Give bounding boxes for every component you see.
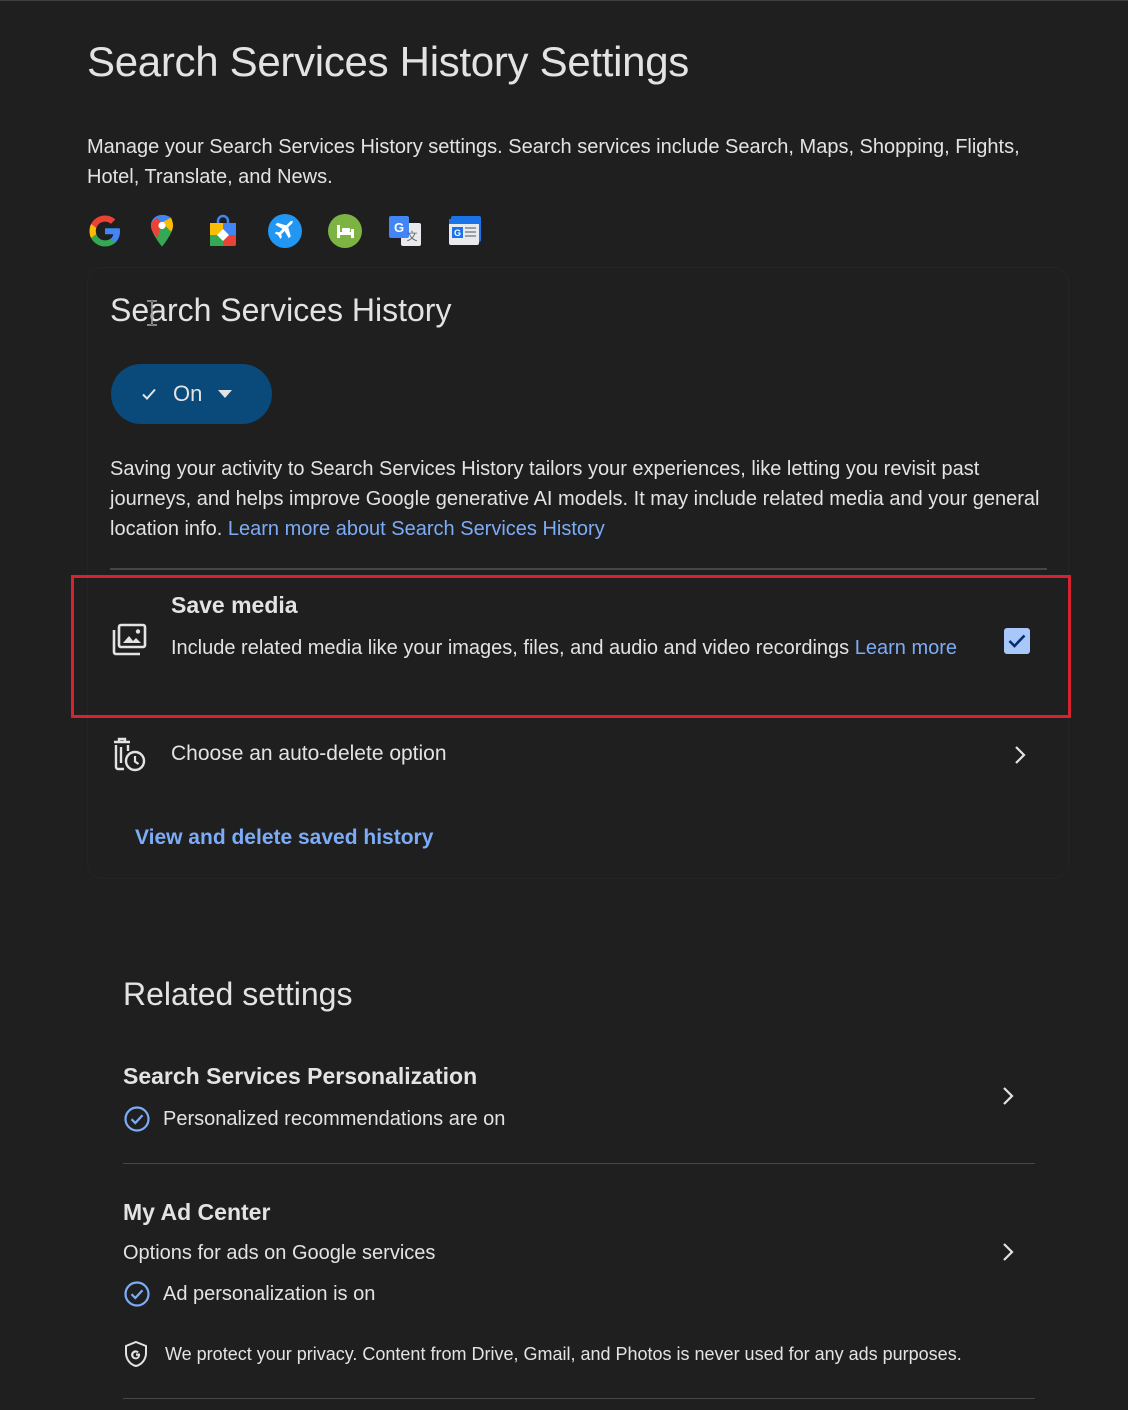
svg-text:G: G (454, 228, 461, 238)
google-shopping-icon (207, 212, 267, 250)
save-media-title: Save media (171, 592, 298, 618)
caret-down-icon (218, 390, 233, 398)
google-news-icon: G (447, 212, 507, 250)
ad-center-status: Ad personalization is on (123, 1280, 375, 1308)
ad-center-subtitle: Options for ads on Google services (123, 1242, 436, 1264)
check-circle-icon (124, 1106, 150, 1132)
top-border (0, 0, 1128, 1)
divider (123, 1163, 1035, 1164)
google-translate-icon: G 文 (387, 212, 447, 250)
page-title: Search Services History Settings (87, 38, 689, 85)
svg-text:文: 文 (407, 229, 418, 243)
history-status-dropdown[interactable]: On (111, 364, 272, 424)
google-hotels-icon (327, 212, 387, 250)
page-description: Manage your Search Services History sett… (87, 136, 1020, 188)
chevron-right-icon[interactable] (1002, 1242, 1014, 1262)
privacy-note-text: We protect your privacy. Content from Dr… (165, 1343, 962, 1364)
service-icons: G 文 G (87, 212, 507, 250)
history-card-title: Search Services History (110, 292, 452, 328)
check-icon (142, 388, 156, 400)
save-media-checkbox[interactable] (1004, 628, 1030, 654)
check-circle-icon (124, 1281, 150, 1307)
personalization-title[interactable]: Search Services Personalization (123, 1063, 477, 1090)
divider (110, 568, 1047, 570)
auto-delete-icon (114, 737, 146, 772)
related-settings-title: Related settings (123, 976, 353, 1012)
ad-center-status-text: Ad personalization is on (163, 1282, 376, 1305)
chevron-right-icon (1015, 746, 1026, 764)
auto-delete-label: Choose an auto-delete option (171, 742, 447, 765)
view-delete-history-link[interactable]: View and delete saved history (135, 826, 433, 850)
history-status-label: On (173, 381, 203, 406)
divider (123, 1398, 1035, 1399)
history-description: Saving your activity to Search Services … (110, 454, 1045, 544)
ad-center-title[interactable]: My Ad Center (123, 1199, 270, 1226)
save-media-description-text: Include related media like your images, … (171, 637, 850, 659)
google-search-icon (87, 212, 147, 250)
svg-text:G: G (394, 220, 404, 235)
google-maps-icon (147, 212, 207, 250)
save-media-description: Include related media like your images, … (171, 633, 971, 663)
personalization-status-text: Personalized recommendations are on (163, 1107, 506, 1130)
photo-library-icon (112, 623, 147, 656)
text-cursor-icon (147, 300, 157, 326)
save-media-learn-more-link[interactable]: Learn more (855, 637, 957, 659)
privacy-note: We protect your privacy. Content from Dr… (123, 1340, 962, 1368)
google-flights-icon (267, 212, 327, 250)
learn-more-history-link[interactable]: Learn more about Search Services History (228, 518, 605, 540)
chevron-right-icon[interactable] (1002, 1086, 1014, 1106)
checkmark-icon (1008, 634, 1026, 648)
personalization-status: Personalized recommendations are on (123, 1105, 505, 1133)
shield-icon (125, 1340, 147, 1368)
